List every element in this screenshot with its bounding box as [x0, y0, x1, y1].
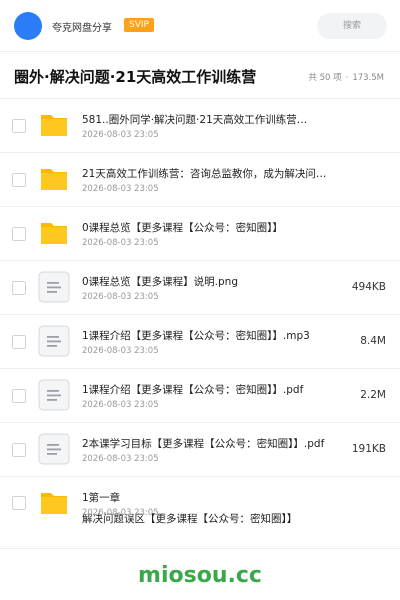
item-name[interactable]: 21天高效工作训练营：咨询总监教你，成为解决问题的…: [82, 166, 332, 181]
checkbox[interactable]: [12, 280, 26, 295]
folder-icon: [38, 487, 70, 519]
item-date: 2026-08-03 23:05: [82, 184, 159, 194]
item-date: 2026-08-03 23:05: [82, 400, 159, 410]
item-date: 2026-08-03 23:05: [82, 346, 159, 356]
checkbox[interactable]: [12, 226, 26, 241]
meta-separator: ·: [345, 73, 349, 83]
document-icon: [38, 271, 70, 303]
list-item[interactable]: 1课程介绍【更多课程【公众号：密知圈】】.mp3 2026-08-03 23:05…: [0, 315, 400, 369]
document-icon: [38, 325, 70, 357]
brand-label: 夸克网盘分享: [52, 23, 112, 34]
item-size: 494KB: [351, 281, 386, 293]
folder-meta: 共 50 项 · 173.5M: [306, 71, 386, 83]
list-item[interactable]: 0课程总览【更多课程】说明.png 2026-08-03 23:05 494KB: [0, 261, 400, 315]
document-icon: [38, 433, 70, 465]
checkbox[interactable]: [12, 496, 26, 510]
item-date: 2026-08-03 23:05: [82, 454, 159, 464]
item-name[interactable]: 2本课学习目标【更多课程【公众号：密知圈】】.pdf: [82, 436, 332, 451]
list-item[interactable]: 0课程总览【更多课程【公众号：密知圈】】 2026-08-03 23:05: [0, 207, 400, 261]
list-item[interactable]: 1第一章 解决问题误区【更多课程【公众号：密知圈】】 2026-08-03 23:0…: [0, 477, 400, 529]
app-header: 夸克网盘分享 SVIP: [0, 0, 400, 52]
item-name[interactable]: 1第一章: [82, 490, 332, 505]
item-date: 2026-08-03 23:05: [82, 238, 159, 248]
checkbox[interactable]: [12, 118, 26, 133]
checkbox[interactable]: [12, 334, 26, 349]
avatar[interactable]: [14, 12, 42, 40]
item-date: 2026-08-03 23:05: [82, 292, 159, 302]
item-count: 共 50 项: [308, 73, 342, 83]
item-size: 2.2M: [360, 389, 386, 401]
page-title: 圈外·解决问题·21天高效工作训练营: [14, 68, 257, 86]
item-name[interactable]: 0课程总览【更多课程【公众号：密知圈】】: [82, 220, 332, 235]
item-name[interactable]: 581..圈外同学·解决问题·21天高效工作训练营…: [82, 112, 332, 127]
item-name[interactable]: 0课程总览【更多课程】说明.png: [82, 274, 332, 289]
checkbox[interactable]: [12, 388, 26, 403]
item-date: 2026-08-03 23:05: [82, 130, 159, 140]
checkbox[interactable]: [12, 172, 26, 187]
folder-title-bar: 圈外·解决问题·21天高效工作训练营 共 50 项 · 173.5M: [0, 52, 400, 99]
watermark: miosou.cc: [138, 563, 262, 588]
footer: miosou.cc: [0, 548, 400, 600]
list-item[interactable]: 1课程介绍【更多课程【公众号：密知圈】】.pdf 2026-08-03 23:05…: [0, 369, 400, 423]
item-size: 191KB: [351, 443, 386, 455]
item-date: 2026-08-03 23:05: [82, 508, 159, 518]
list-item[interactable]: 2本课学习目标【更多课程【公众号：密知圈】】.pdf 2026-08-03 23:…: [0, 423, 400, 477]
folder-icon: [38, 109, 70, 141]
item-name[interactable]: 1课程介绍【更多课程【公众号：密知圈】】.mp3: [82, 328, 332, 343]
folder-icon: [38, 217, 70, 249]
checkbox[interactable]: [12, 442, 26, 457]
item-name[interactable]: 1课程介绍【更多课程【公众号：密知圈】】.pdf: [82, 382, 332, 397]
list-item[interactable]: 21天高效工作训练营：咨询总监教你，成为解决问题的… 2026-08-03 23:…: [0, 153, 400, 207]
folder-icon: [38, 163, 70, 195]
search-input[interactable]: [317, 13, 387, 39]
svip-badge: SVIP: [124, 18, 154, 32]
item-size: 8.4M: [360, 335, 386, 347]
list-item[interactable]: 581..圈外同学·解决问题·21天高效工作训练营… 2026-08-03 23:…: [0, 99, 400, 153]
total-size: 173.5M: [352, 73, 384, 83]
document-icon: [38, 379, 70, 411]
file-list: 581..圈外同学·解决问题·21天高效工作训练营… 2026-08-03 23:…: [0, 99, 400, 529]
